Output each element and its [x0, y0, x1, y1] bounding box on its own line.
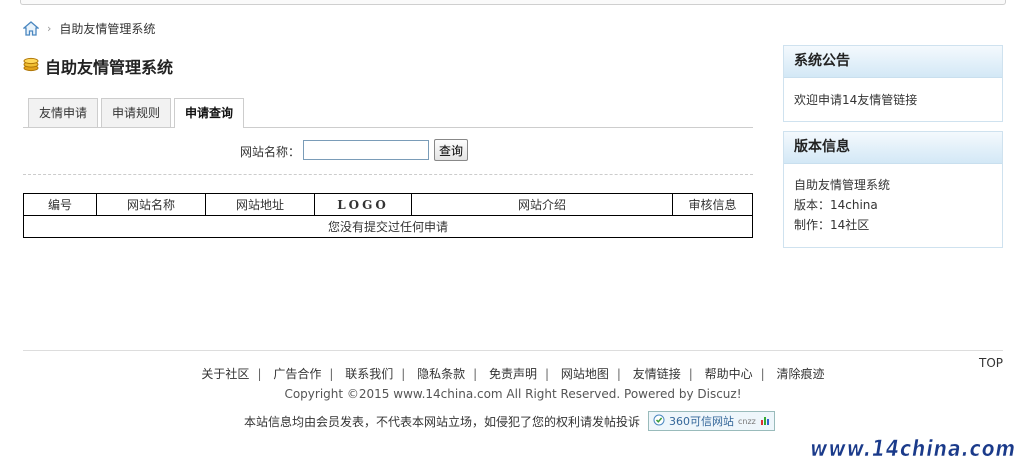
site-watermark: www.14china.com [808, 432, 1020, 463]
footer-link-clear[interactable]: 清除痕迹 [769, 367, 833, 381]
footer-link-disclaimer[interactable]: 免责声明 [481, 367, 545, 381]
shield-icon [653, 414, 665, 429]
col-site-name: 网站名称 [96, 193, 206, 216]
col-review-info: 审核信息 [672, 193, 753, 216]
col-site-intro: 网站介绍 [411, 193, 673, 216]
trust-badge[interactable]: 360可信网站 cnzz [648, 411, 775, 431]
version-line: 制作：14社区 [794, 218, 870, 232]
copyright: Copyright ©2015 www.14china.com All Righ… [284, 387, 742, 401]
footer-link-ads[interactable]: 广告合作 [265, 367, 329, 381]
notice-text: 欢迎申请14友情管链接 [794, 93, 918, 107]
version-box: 版本信息 自助友情管理系统 版本：14china 制作：14社区 [783, 131, 1003, 248]
col-id: 编号 [23, 193, 97, 216]
version-line: 自助友情管理系统 [794, 178, 891, 192]
empty-message: 您没有提交过任何申请 [23, 215, 753, 238]
footer: 关于社区 | 广告合作 | 联系我们 | 隐私条款 | 免责声明 | 网站地图 | 友情链接… [23, 350, 1003, 431]
breadcrumb: › 自助友情管理系统 [23, 19, 155, 37]
col-site-url: 网站地址 [205, 193, 315, 216]
page-title-row: 自助友情管理系统 [23, 54, 173, 78]
coins-icon [23, 56, 39, 76]
footer-link-contact[interactable]: 联系我们 [337, 367, 401, 381]
search-form: 网站名称： 查询 [23, 138, 753, 175]
table-row: 您没有提交过任何申请 [23, 215, 753, 238]
cnzz-label: cnzz [738, 416, 756, 426]
tab-apply[interactable]: 友情申请 [28, 98, 99, 127]
notice-box: 系统公告 欢迎申请14友情管链接 [783, 45, 1003, 122]
stats-icon [760, 415, 770, 428]
col-logo: LOGO [314, 193, 412, 216]
footer-link-privacy[interactable]: 隐私条款 [409, 367, 473, 381]
footer-links: 关于社区 | 广告合作 | 联系我们 | 隐私条款 | 免责声明 | 网站地图 | 友情链接… [23, 365, 1003, 382]
footer-link-help[interactable]: 帮助中心 [697, 367, 761, 381]
breadcrumb-current[interactable]: 自助友情管理系统 [59, 20, 155, 37]
page-title: 自助友情管理系统 [45, 58, 174, 77]
version-line: 版本：14china [794, 198, 878, 212]
trust-badge-label: 360可信网站 [669, 415, 735, 428]
tab-query[interactable]: 申请查询 [174, 98, 245, 128]
table-header-row: 编号 网站名称 网站地址 LOGO 网站介绍 审核信息 [23, 193, 753, 216]
footer-link-sitemap[interactable]: 网站地图 [553, 367, 617, 381]
disclaimer-row: 本站信息均由会员发表，不代表本网站立场，如侵犯了您的权利请发帖投诉 360可信网… [244, 411, 775, 431]
footer-link-about[interactable]: 关于社区 [193, 367, 257, 381]
version-title: 版本信息 [784, 132, 1002, 164]
site-name-label: 网站名称： [240, 145, 301, 159]
breadcrumb-separator: › [47, 21, 52, 35]
query-button[interactable]: 查询 [434, 139, 469, 161]
home-icon[interactable] [23, 20, 39, 36]
application-table: 编号 网站名称 网站地址 LOGO 网站介绍 审核信息 您没有提交过任何申请 [23, 193, 753, 238]
disclaimer-text: 本站信息均由会员发表，不代表本网站立场，如侵犯了您的权利请发帖投诉 [244, 414, 641, 429]
tab-rules[interactable]: 申请规则 [101, 98, 172, 127]
top-frame-edge [20, 0, 1006, 5]
tab-bar: 友情申请 申请规则 申请查询 [23, 96, 753, 128]
watermark-text: www.14china.com [810, 437, 1016, 462]
site-name-input[interactable] [303, 140, 429, 160]
notice-title: 系统公告 [784, 46, 1002, 78]
footer-link-friendlinks[interactable]: 友情链接 [625, 367, 689, 381]
